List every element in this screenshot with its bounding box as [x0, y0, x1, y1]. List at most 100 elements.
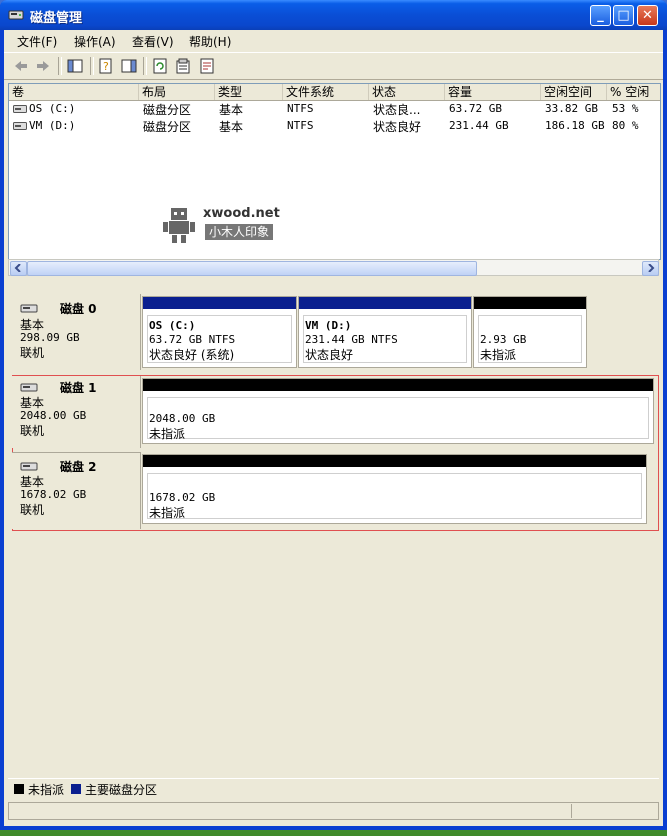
properties-icon[interactable] — [174, 57, 192, 75]
partition-size: 2.93 GB — [480, 333, 527, 346]
legend-label-unallocated: 未指派 — [28, 783, 65, 797]
partition-status: 未指派 — [480, 348, 517, 362]
table-row[interactable]: VM (D:) 磁盘分区 基本 NTFS 状态良好 231.44 GB 186.… — [9, 118, 660, 135]
maximize-icon: □ — [617, 8, 630, 23]
disk-drive-icon — [20, 383, 38, 392]
volume-name: OS (C:) — [29, 102, 76, 115]
close-button[interactable]: ✕ — [637, 5, 658, 26]
column-header-status[interactable]: 状态 — [369, 84, 445, 100]
menu-view[interactable]: 查看(V) — [132, 33, 174, 50]
disk-size: 298.09 GB — [20, 331, 80, 344]
disk-0-row: 磁盘 0 基本 298.09 GB 联机 OS (C:) 63.72 GB NT… — [12, 294, 655, 370]
minimize-icon: _ — [597, 8, 604, 23]
scroll-thumb[interactable] — [27, 261, 477, 276]
disk-drive-icon — [20, 304, 38, 313]
partition-unallocated[interactable]: 2.93 GB 未指派 — [473, 296, 587, 368]
partition-vm-d[interactable]: VM (D:) 231.44 GB NTFS 状态良好 — [298, 296, 472, 368]
disk-graphical-view: 磁盘 0 基本 298.09 GB 联机 OS (C:) 63.72 GB NT… — [8, 280, 659, 800]
volume-status: 状态良... — [373, 103, 421, 117]
scroll-right-button[interactable] — [642, 261, 659, 276]
volume-list-horizontal-scrollbar[interactable] — [8, 259, 659, 276]
disk-name: 磁盘 2 — [60, 460, 97, 474]
column-header-type[interactable]: 类型 — [215, 84, 283, 100]
legend-label-primary: 主要磁盘分区 — [85, 783, 158, 797]
volume-free-space: 186.18 GB — [545, 119, 605, 132]
show-hide-action-pane-icon[interactable] — [120, 57, 138, 75]
volume-filesystem: NTFS — [287, 119, 314, 132]
robot-logo-icon — [163, 208, 195, 243]
status-bar — [8, 802, 659, 820]
volume-free-space: 33.82 GB — [545, 102, 598, 115]
partition-color-bar — [143, 297, 296, 309]
volume-list: 卷 布局 类型 文件系统 状态 容量 空闲空间 % 空闲 OS (C:) 磁盘分… — [8, 83, 661, 260]
partition-color-bar — [474, 297, 586, 309]
export-list-icon[interactable] — [198, 57, 216, 75]
partition-unallocated[interactable]: 2048.00 GB 未指派 — [142, 378, 654, 444]
partition-status: 状态良好 (系统) — [149, 348, 235, 362]
volume-type: 基本 — [219, 103, 244, 117]
chevron-left-icon — [14, 264, 21, 272]
legend-swatch-primary — [71, 784, 81, 794]
toolbar-separator — [58, 57, 62, 75]
menu-action[interactable]: 操作(A) — [74, 33, 116, 50]
partition-status: 未指派 — [149, 506, 186, 520]
minimize-button[interactable]: _ — [590, 5, 611, 26]
watermark-subtitle: 小木人印象 — [205, 224, 274, 240]
partition-size: 231.44 GB NTFS — [305, 333, 398, 346]
volume-capacity: 63.72 GB — [449, 102, 502, 115]
title-bar[interactable]: 磁盘管理 _ □ ✕ — [0, 0, 667, 30]
scroll-left-button[interactable] — [10, 261, 27, 276]
partition-color-bar — [143, 379, 653, 391]
column-header-layout[interactable]: 布局 — [139, 84, 215, 100]
volume-layout: 磁盘分区 — [143, 103, 192, 117]
disk-name: 磁盘 0 — [60, 302, 97, 316]
disk-management-icon — [8, 10, 24, 20]
partition-name: OS (C:) — [149, 319, 196, 332]
volume-layout: 磁盘分区 — [143, 120, 192, 134]
volume-list-header: 卷 布局 类型 文件系统 状态 容量 空闲空间 % 空闲 — [9, 84, 660, 101]
toolbar-separator — [143, 57, 147, 75]
volume-drive-icon — [13, 122, 27, 130]
disk-1-row: 磁盘 1 基本 2048.00 GB 联机 2048.00 GB 未指派 — [12, 376, 655, 448]
column-header-capacity[interactable]: 容量 — [445, 84, 541, 100]
disk-1-label[interactable]: 磁盘 1 基本 2048.00 GB 联机 — [12, 376, 141, 448]
disk-drive-icon — [20, 462, 38, 471]
disk-2-label[interactable]: 磁盘 2 基本 1678.02 GB 联机 — [12, 452, 141, 529]
help-properties-icon[interactable]: ? — [97, 57, 115, 75]
svg-text:?: ? — [103, 60, 109, 73]
table-row[interactable]: OS (C:) 磁盘分区 基本 NTFS 状态良... 63.72 GB 33.… — [9, 101, 660, 118]
column-header-percent-free[interactable]: % 空闲 — [607, 84, 660, 100]
partition-frame — [147, 473, 642, 519]
client-area: 文件(F) 操作(A) 查看(V) 帮助(H) ? 卷 布局 类型 文件系统 状… — [4, 30, 663, 826]
partition-size: 63.72 GB NTFS — [149, 333, 236, 346]
volume-type: 基本 — [219, 120, 244, 134]
refresh-icon[interactable] — [151, 57, 169, 75]
show-hide-console-tree-icon[interactable] — [66, 57, 84, 75]
disk-0-label[interactable]: 磁盘 0 基本 298.09 GB 联机 — [12, 294, 141, 370]
partition-size: 1678.02 GB — [149, 491, 216, 504]
disk-management-window: 磁盘管理 _ □ ✕ 文件(F) 操作(A) 查看(V) 帮助(H) ? 卷 布… — [0, 0, 667, 830]
forward-arrow-icon[interactable] — [34, 57, 52, 75]
partition-status: 未指派 — [149, 427, 186, 441]
partition-name: VM (D:) — [305, 319, 352, 332]
partition-size: 2048.00 GB — [149, 412, 216, 425]
column-header-free-space[interactable]: 空闲空间 — [541, 84, 607, 100]
chevron-right-icon — [648, 264, 655, 272]
volume-percent-free: 80 % — [612, 119, 639, 132]
close-icon: ✕ — [642, 8, 653, 23]
column-header-volume[interactable]: 卷 — [9, 84, 139, 100]
maximize-button[interactable]: □ — [613, 5, 634, 26]
volume-drive-icon — [13, 105, 27, 113]
watermark-brand: xwood.net — [203, 206, 280, 221]
disk-state: 联机 — [20, 346, 45, 360]
legend: 未指派 主要磁盘分区 — [8, 778, 659, 799]
disk-state: 联机 — [20, 424, 45, 438]
column-header-filesystem[interactable]: 文件系统 — [283, 84, 369, 100]
volume-percent-free: 53 % — [612, 102, 639, 115]
partition-os-c[interactable]: OS (C:) 63.72 GB NTFS 状态良好 (系统) — [142, 296, 297, 368]
partition-color-bar — [143, 455, 646, 467]
menu-help[interactable]: 帮助(H) — [189, 33, 231, 50]
menu-file[interactable]: 文件(F) — [17, 33, 57, 50]
partition-unallocated[interactable]: 1678.02 GB 未指派 — [142, 454, 647, 524]
back-arrow-icon[interactable] — [12, 57, 30, 75]
